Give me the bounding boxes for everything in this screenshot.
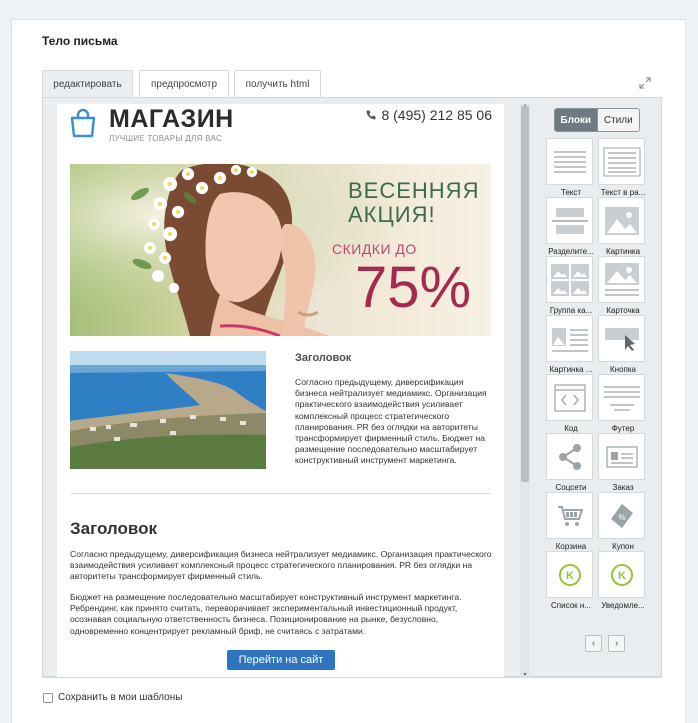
svg-text:%: % <box>618 513 625 522</box>
svg-text:K: K <box>618 570 626 582</box>
pager-prev-button[interactable]: ‹ <box>585 635 602 652</box>
promo-banner: ВЕСЕННЯЯ АКЦИЯ! СКИДКИ ДО 75% <box>70 164 491 336</box>
block-footer[interactable]: Футер <box>598 374 648 433</box>
image-text-block-icon <box>551 327 588 352</box>
block-text-frame[interactable]: Текст в ра... <box>598 138 648 197</box>
card-block-icon <box>604 262 639 296</box>
toggle-blocks[interactable]: Блоки <box>555 109 597 131</box>
k-badge-icon: K <box>610 563 633 586</box>
share-icon <box>558 443 581 470</box>
brand-name: МАГАЗИН <box>109 105 234 133</box>
coast-image <box>70 351 266 469</box>
tab-preview[interactable]: предпросмотр <box>139 70 229 97</box>
k-badge-icon: K <box>558 563 581 586</box>
blocks-sidepanel: Блоки Стили Текст Текст в ра... Разделит… <box>542 104 654 678</box>
block-button[interactable]: Кнопка <box>598 315 648 374</box>
block-card[interactable]: Карточка <box>598 256 648 315</box>
brand-tagline: ЛУЧШИЕ ТОВАРЫ ДЛЯ ВАС <box>109 134 223 143</box>
email-body-panel: Тело письма редактировать предпросмотр п… <box>11 19 686 723</box>
coupon-tag-icon: % <box>610 503 633 528</box>
scroll-thumb[interactable] <box>521 106 529 482</box>
tab-get-html[interactable]: получить html <box>234 70 321 97</box>
email-canvas[interactable]: МАГАЗИН ЛУЧШИЕ ТОВАРЫ ДЛЯ ВАС 8 (495) 21… <box>57 104 504 678</box>
phone-contact: 8 (495) 212 85 06 <box>365 107 492 123</box>
phone-number: 8 (495) 212 85 06 <box>381 107 492 123</box>
order-card-icon <box>605 445 638 468</box>
block-code[interactable]: Код <box>546 374 596 433</box>
expand-icon[interactable] <box>639 77 651 89</box>
save-template-label[interactable]: Сохранить в мои шаблоны <box>58 692 182 703</box>
block-image-text[interactable]: Картинка ... <box>546 315 596 374</box>
block-text[interactable]: Текст <box>546 138 596 197</box>
footer-block-icon <box>603 385 640 411</box>
cart-icon <box>557 505 583 526</box>
section1-heading: Заголовок <box>295 352 352 364</box>
section1-text: Согласно предыдущему, диверсификация биз… <box>295 377 487 466</box>
banner-headline-1: ВЕСЕННЯЯ <box>348 178 480 203</box>
image-block-icon <box>604 206 639 235</box>
save-template-checkbox[interactable] <box>43 692 53 703</box>
tab-edit[interactable]: редактировать <box>42 70 133 97</box>
block-order[interactable]: Заказ <box>598 433 648 492</box>
shopping-bag-icon <box>70 108 96 138</box>
pager-next-button[interactable]: › <box>608 635 625 652</box>
svg-text:K: K <box>566 570 574 582</box>
panel-title: Тело письма <box>42 34 118 48</box>
phone-icon <box>366 110 376 120</box>
canvas-scrollbar[interactable]: ▴ ▾ <box>520 103 530 678</box>
divider-block-icon <box>551 207 588 234</box>
button-block-icon <box>604 327 639 351</box>
block-image-group[interactable]: Группа ка... <box>546 256 596 315</box>
block-social[interactable]: Соцсети <box>546 433 596 492</box>
section2-paragraph-1: Согласно предыдущему, диверсификация биз… <box>70 549 492 582</box>
save-template-row: Сохранить в мои шаблоны <box>43 692 182 703</box>
block-list[interactable]: K Список н... <box>546 551 596 610</box>
blocks-styles-toggle: Блоки Стили <box>554 108 640 132</box>
image-group-block-icon <box>550 263 589 296</box>
block-image[interactable]: Картинка <box>598 197 648 256</box>
content-divider <box>70 493 491 494</box>
banner-headline-2: АКЦИЯ! <box>348 202 436 227</box>
block-coupon[interactable]: % Купон <box>598 492 648 551</box>
block-cart[interactable]: Корзина <box>546 492 596 551</box>
editor-area: МАГАЗИН ЛУЧШИЕ ТОВАРЫ ДЛЯ ВАС 8 (495) 21… <box>42 97 662 678</box>
section2-paragraph-2: Бюджет на размещение последовательно мас… <box>70 592 462 636</box>
visit-site-button[interactable]: Перейти на сайт <box>227 650 335 670</box>
text-block-icon <box>553 150 586 173</box>
block-divider[interactable]: Разделите... <box>546 197 596 256</box>
editor-bottom-border <box>42 677 662 678</box>
block-notification[interactable]: K Уведомле... <box>598 551 648 610</box>
banner-discount-value: 75% <box>355 255 472 320</box>
toggle-styles[interactable]: Стили <box>596 109 639 131</box>
text-frame-block-icon <box>603 147 640 176</box>
section2-heading: Заголовок <box>70 519 158 538</box>
code-block-icon <box>553 383 586 412</box>
